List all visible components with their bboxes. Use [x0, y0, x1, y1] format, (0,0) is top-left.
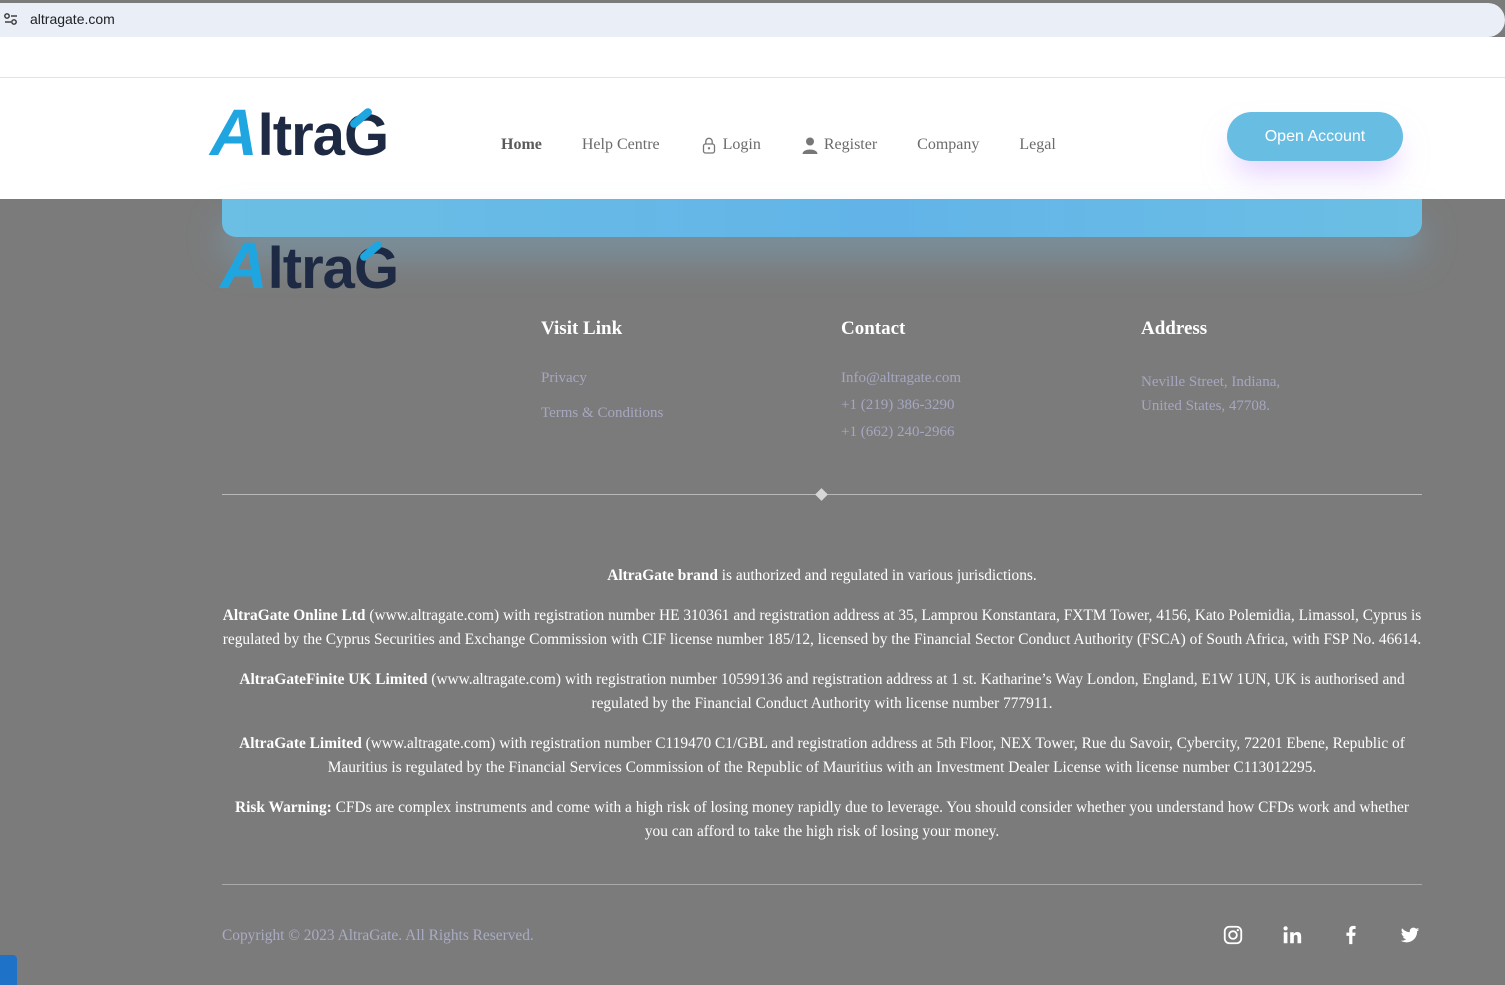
linkedin-icon[interactable]	[1281, 924, 1303, 946]
logo-letter-g: G	[343, 103, 390, 168]
instagram-icon[interactable]	[1222, 924, 1244, 946]
legal-paragraph: AltraGate Online Ltd (www.altragate.com)…	[222, 604, 1422, 652]
legal-entity: AltraGate brand	[607, 567, 718, 584]
nav-label-help-centre: Help Centre	[581, 136, 660, 153]
legal-text: (www.altragate.com) with registration nu…	[222, 607, 1422, 648]
nav-item-help-centre[interactable]: Help Centre	[582, 136, 660, 154]
contact-heading: Contact	[841, 318, 906, 339]
visit-heading: Visit Link	[541, 318, 623, 339]
terms-link[interactable]: Terms & Conditions	[541, 405, 663, 422]
logo-letters: ltra	[267, 236, 355, 301]
legal-entity: AltraGate Limited	[239, 735, 362, 752]
copyright-text: Copyright © 2023 AltraGate. All Rights R…	[222, 927, 534, 944]
contact-phone-link[interactable]: +1 (219) 386-3290	[841, 397, 961, 414]
nav-item-legal[interactable]: Legal	[1019, 136, 1055, 154]
user-icon	[802, 137, 818, 154]
open-account-button[interactable]: Open Account	[1227, 112, 1403, 161]
nav-label-register: Register	[823, 136, 878, 153]
nav-label-company: Company	[917, 136, 980, 153]
footer-visit-column: Visit Link Privacy Terms & Conditions	[541, 318, 663, 440]
nav-item-company[interactable]: Company	[917, 136, 979, 154]
social-links	[1222, 924, 1421, 946]
legal-text: (www.altragate.com) with registration nu…	[427, 671, 1405, 712]
logo-letter-a: A	[210, 95, 258, 169]
risk-warning-text: CFDs are complex instruments and come wi…	[331, 799, 1409, 840]
nav-label-login: Login	[722, 136, 761, 153]
legal-text: (www.altragate.com) with registration nu…	[327, 735, 1405, 776]
header-logo[interactable]: A ltra G	[210, 94, 389, 170]
twitter-icon[interactable]	[1399, 924, 1421, 946]
logo-letters: ltra	[257, 103, 345, 168]
legal-text: is authorized and regulated in various j…	[717, 567, 1037, 584]
lock-icon	[702, 137, 715, 154]
nav-label-home: Home	[501, 136, 542, 153]
legal-entity: AltraGateFinite UK Limited	[239, 671, 428, 688]
chat-widget-tab[interactable]	[0, 955, 17, 985]
footer-logo[interactable]: A ltra G	[220, 227, 399, 303]
address-line: United States, 47708.	[1141, 398, 1271, 414]
address-heading: Address	[1141, 318, 1208, 339]
contact-email-link[interactable]: Info@altragate.com	[841, 370, 961, 387]
main-nav: Home Help Centre Login Register Company …	[501, 136, 1096, 154]
footer-address-column: Address Neville Street, Indiana, United …	[1141, 318, 1280, 418]
url-text[interactable]: altragate.com	[30, 11, 115, 27]
legal-entity: AltraGate Online Ltd	[222, 607, 366, 624]
logo-letter-a: A	[220, 228, 268, 302]
site-header: A ltra G Home Help Centre Login Register	[0, 78, 1505, 199]
privacy-link[interactable]: Privacy	[541, 370, 663, 387]
logo-letter-g: G	[353, 236, 400, 301]
legal-disclaimer: AltraGate brand is authorized and regula…	[222, 564, 1422, 860]
legal-paragraph: AltraGate brand is authorized and regula…	[222, 564, 1422, 588]
legal-paragraph: AltraGate Limited (www.altragate.com) wi…	[222, 732, 1422, 780]
tune-icon[interactable]	[3, 11, 19, 27]
address-bar[interactable]: altragate.com	[0, 3, 1505, 37]
legal-paragraph: AltraGateFinite UK Limited (www.altragat…	[222, 668, 1422, 716]
bottom-divider	[222, 884, 1422, 885]
nav-label-legal: Legal	[1019, 136, 1056, 153]
nav-item-login[interactable]: Login	[700, 136, 761, 154]
cta-banner	[222, 199, 1422, 237]
footer-contact-column: Contact Info@altragate.com +1 (219) 386-…	[841, 318, 961, 451]
nav-item-home[interactable]: Home	[501, 136, 542, 154]
facebook-icon[interactable]	[1340, 924, 1362, 946]
nav-item-register[interactable]: Register	[801, 136, 877, 154]
address-line: Neville Street, Indiana,	[1141, 374, 1281, 390]
divider-diamond	[815, 488, 828, 501]
risk-warning-label: Risk Warning:	[235, 799, 332, 816]
browser-bookmarks-area	[0, 37, 1505, 78]
risk-warning: Risk Warning: CFDs are complex instrumen…	[222, 796, 1422, 844]
contact-phone-link[interactable]: +1 (662) 240-2966	[841, 424, 961, 441]
